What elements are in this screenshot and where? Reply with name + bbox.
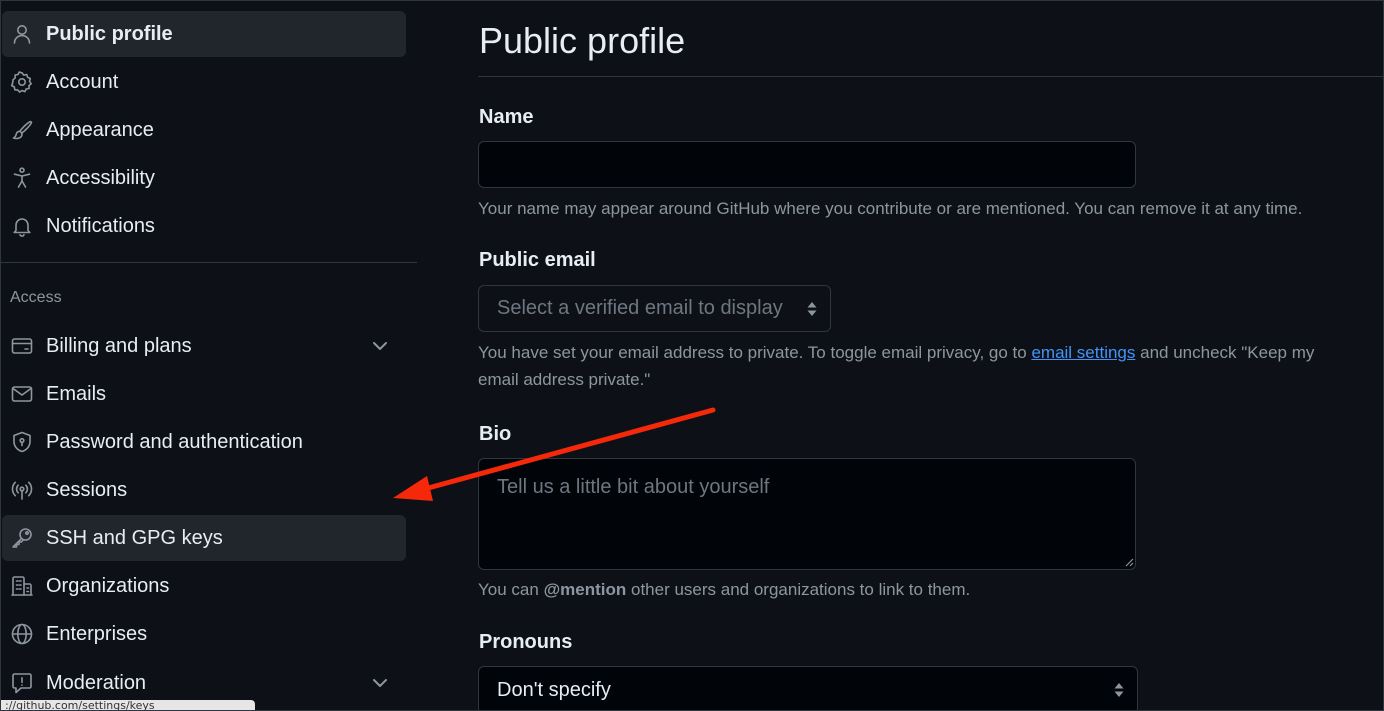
sidebar-item-label: Sessions (46, 479, 128, 501)
gear-icon (10, 70, 34, 94)
sidebar-group-heading-access: Access (10, 289, 62, 306)
pronouns-label: Pronouns (479, 631, 573, 653)
public-email-select[interactable]: Select a verified email to display (478, 285, 831, 332)
select-arrows-icon (1114, 683, 1124, 697)
bell-icon (10, 214, 34, 238)
public-email-help-text: You have set your email address to priva… (478, 339, 1358, 393)
bio-help-text: You can @mention other users and organiz… (478, 576, 1378, 603)
sidebar-item-billing-and-plans[interactable]: Billing and plans (2, 323, 406, 369)
email-settings-link[interactable]: email settings (1031, 343, 1135, 362)
sidebar-item-label: Public profile (46, 23, 173, 45)
sidebar-item-password-and-authentication[interactable]: Password and authentication (2, 419, 406, 465)
sidebar-item-organizations[interactable]: Organizations (2, 563, 406, 609)
sidebar-item-label: Account (46, 71, 119, 93)
bio-label: Bio (479, 423, 512, 445)
credit-card-icon (10, 334, 34, 358)
sidebar-item-ssh-and-gpg-keys[interactable]: SSH and GPG keys (2, 515, 406, 561)
pronouns-select[interactable]: Don't specify (478, 666, 1138, 710)
key-icon (10, 526, 34, 550)
name-help-text: Your name may appear around GitHub where… (478, 199, 1303, 218)
page-title: Public profile (479, 20, 686, 61)
sidebar-item-appearance[interactable]: Appearance (2, 107, 406, 153)
sidebar-item-label: Password and authentication (46, 431, 303, 453)
sidebar-item-sessions[interactable]: Sessions (2, 467, 406, 513)
mail-icon (10, 382, 34, 406)
pronouns-selected-value: Don't specify (497, 678, 611, 701)
bio-textarea[interactable] (478, 458, 1136, 570)
name-label: Name (479, 106, 534, 128)
sidebar-item-label: Accessibility (46, 167, 155, 189)
paintbrush-icon (10, 118, 34, 142)
sidebar-divider (1, 262, 417, 263)
chevron-down-icon[interactable] (368, 334, 392, 358)
shield-lock-icon (10, 430, 34, 454)
sidebar-item-emails[interactable]: Emails (2, 371, 406, 417)
profile-settings-form: Public profile Name Your name may appear… (478, 1, 1383, 710)
settings-sidebar: Public profile Account Appearance Access… (1, 1, 417, 710)
settings-window: Public profile Account Appearance Access… (0, 0, 1384, 711)
select-arrows-icon (807, 301, 817, 316)
sidebar-item-label: Moderation (46, 672, 147, 694)
sidebar-item-label: Enterprises (46, 623, 148, 645)
sidebar-item-accessibility[interactable]: Accessibility (2, 155, 406, 201)
sidebar-item-public-profile[interactable]: Public profile (2, 11, 406, 57)
sidebar-item-enterprises[interactable]: Enterprises (2, 611, 406, 657)
public-email-help-text-start: You have set your email address to priva… (478, 343, 1027, 362)
link-status-url: ://github.com/settings/keys (1, 700, 255, 710)
name-input[interactable] (478, 141, 1136, 188)
sidebar-item-account[interactable]: Account (2, 59, 406, 105)
globe-icon (10, 622, 34, 646)
chevron-down-icon[interactable] (368, 671, 392, 695)
sidebar-item-label: Notifications (46, 215, 155, 237)
mention-keyword: @mention (543, 580, 627, 599)
sidebar-item-label: Emails (46, 383, 107, 405)
broadcast-icon (10, 478, 34, 502)
sidebar-item-label: SSH and GPG keys (46, 527, 223, 549)
bio-help-text-start: You can (478, 580, 539, 599)
public-email-label: Public email (479, 249, 596, 271)
accessibility-icon (10, 166, 34, 190)
report-icon (10, 671, 34, 695)
person-icon (10, 22, 34, 46)
resize-handle-icon[interactable] (1124, 557, 1134, 567)
sidebar-item-label: Appearance (46, 119, 154, 141)
sidebar-item-notifications[interactable]: Notifications (2, 203, 406, 249)
public-email-select-placeholder: Select a verified email to display (497, 297, 783, 319)
title-divider (478, 76, 1383, 77)
organization-icon (10, 574, 34, 598)
sidebar-item-label: Organizations (46, 575, 170, 597)
bio-help-text-end: other users and organizations to link to… (630, 580, 971, 599)
sidebar-item-label: Billing and plans (46, 335, 192, 357)
